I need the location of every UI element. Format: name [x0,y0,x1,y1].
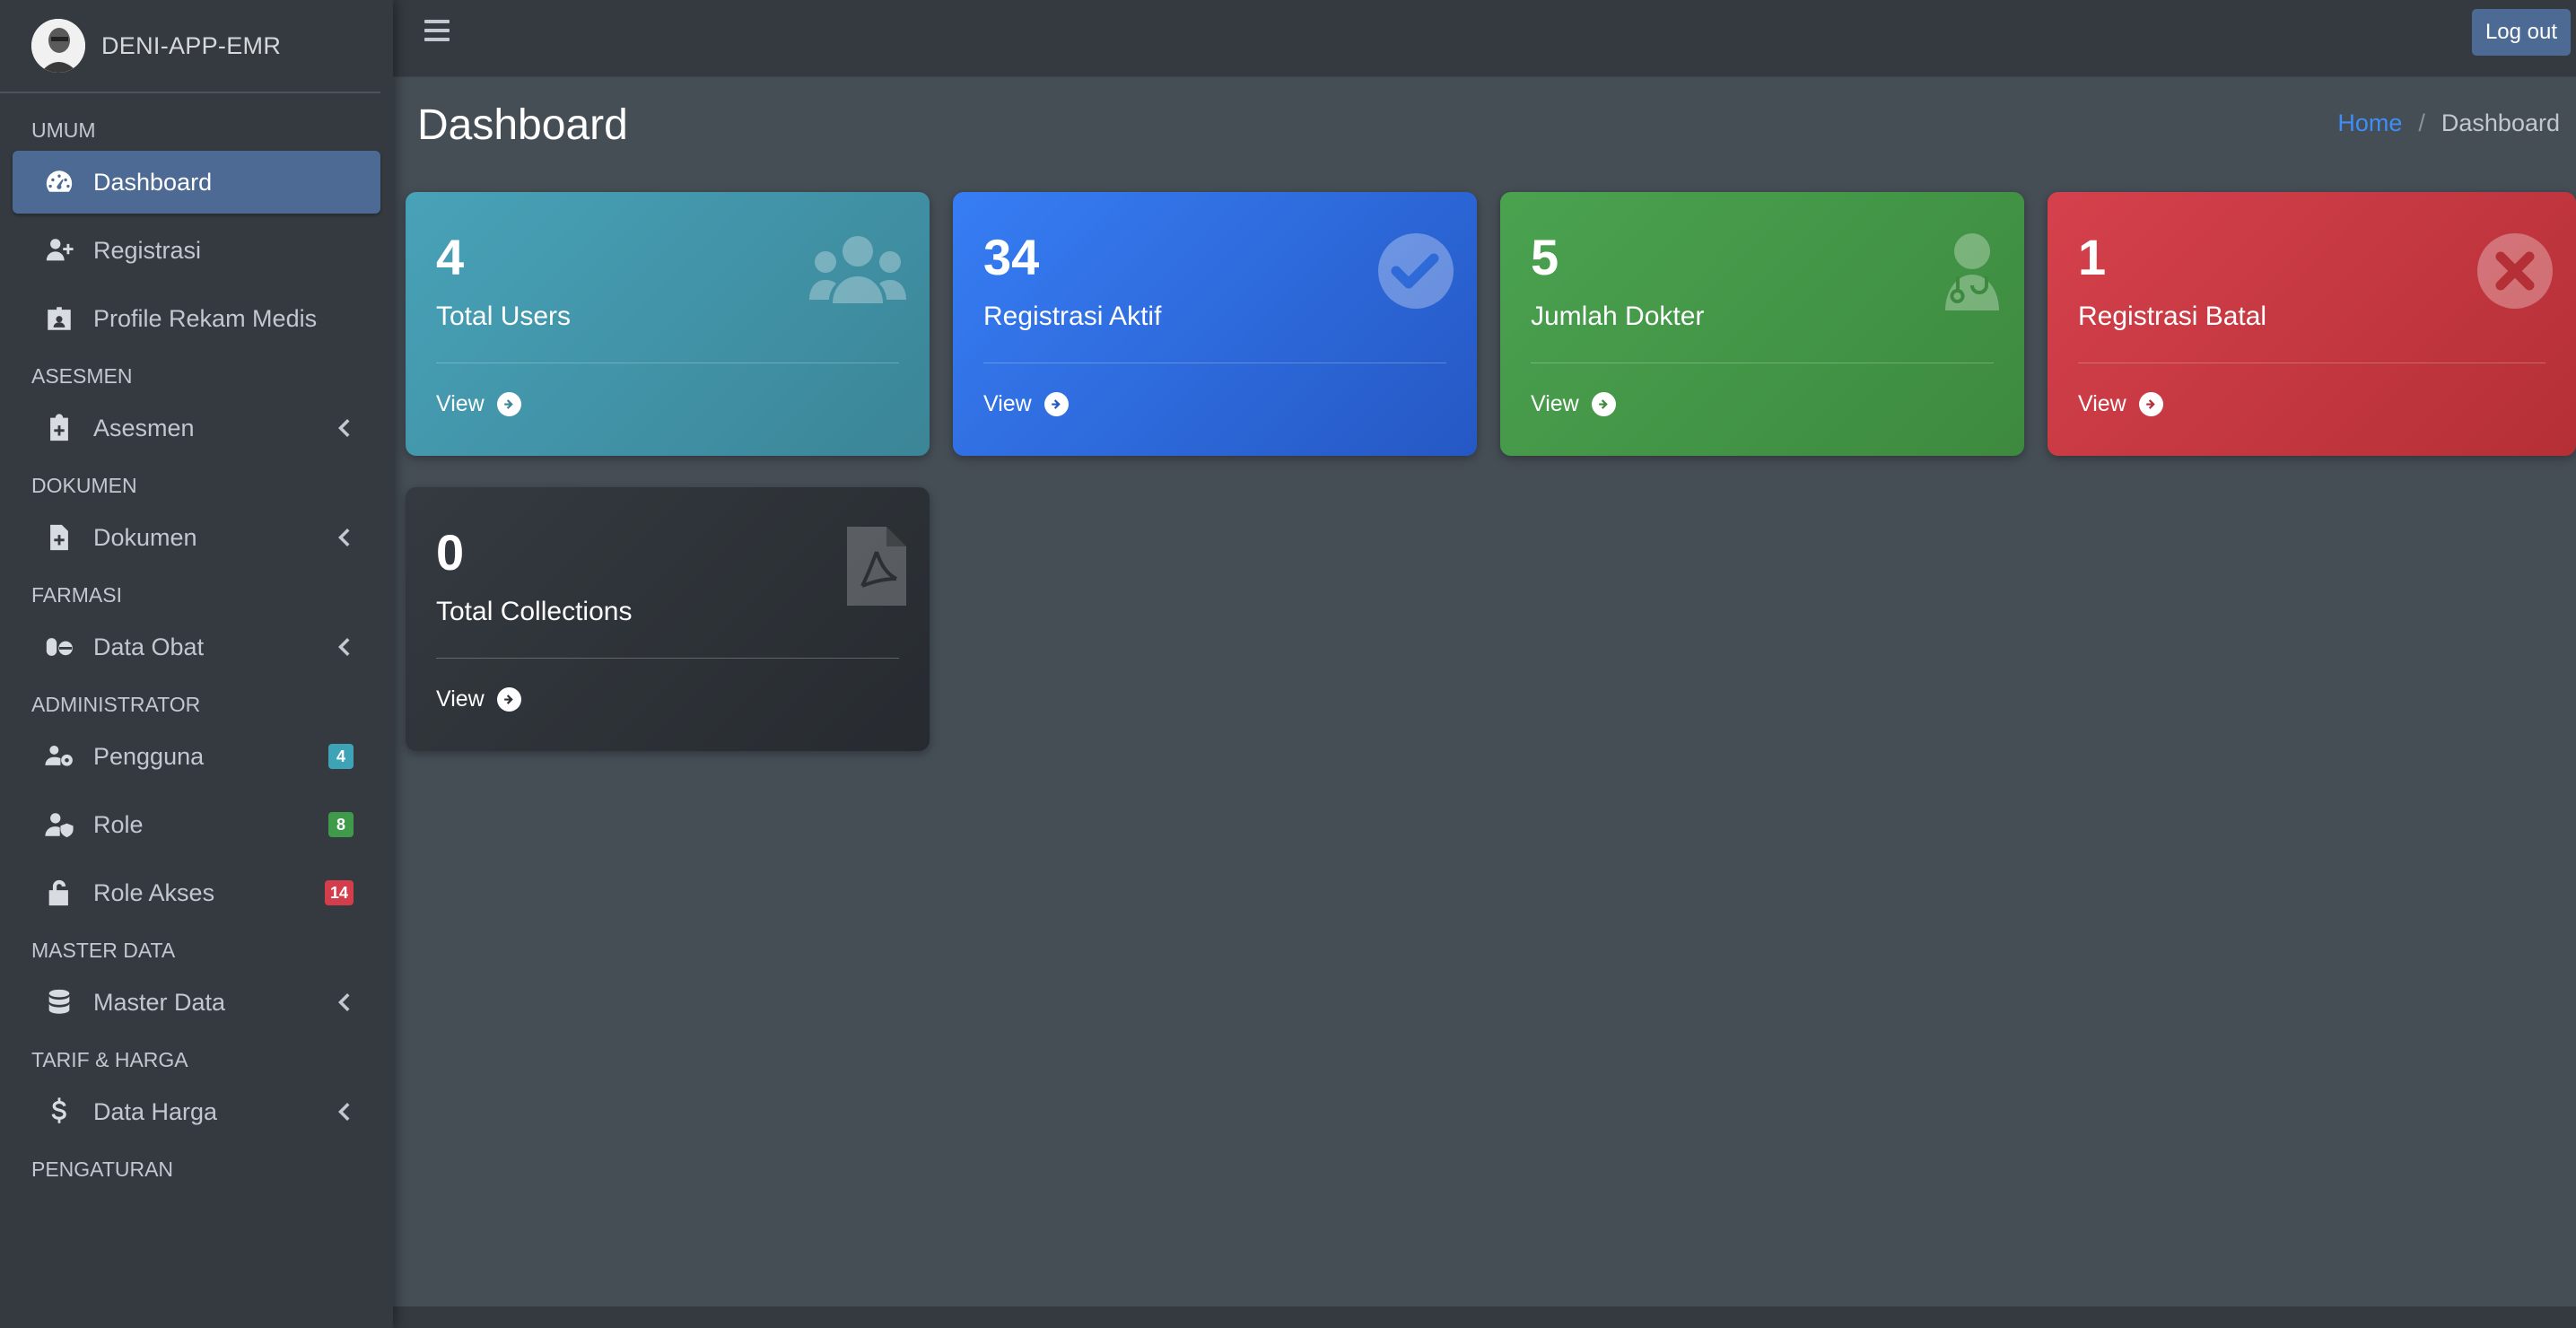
user-shield-icon [41,807,77,843]
pills-icon [41,629,77,665]
sidebar-item-asesmen[interactable]: Asesmen [13,397,380,459]
sidebar-item-role[interactable]: Role 8 [13,793,380,856]
card-view-link[interactable]: View [2078,391,2163,417]
view-label: View [436,686,485,712]
nav-header-pengaturan: PENGATURAN [31,1157,174,1181]
tachometer-icon [41,164,77,200]
sidebar-item-label: Profile Rekam Medis [93,304,318,332]
breadcrumb: Home / Dashboard [2337,109,2560,137]
nav-header-tarif-harga: TARIF & HARGA [31,1047,188,1071]
nav-header-farmasi: FARMASI [31,582,122,607]
brand-name: DENI-APP-EMR [101,31,282,59]
card-divider [436,658,899,659]
file-pdf-icon [847,527,906,606]
nav-header-master-data: MASTER DATA [31,938,176,962]
card-jumlah-dokter: 5 Jumlah Dokter View [1500,192,2024,456]
sidebar-item-data-harga[interactable]: Data Harga [13,1080,380,1143]
sidebar-item-label: Master Data [93,988,226,1016]
breadcrumb-home-link[interactable]: Home [2337,109,2402,137]
sidebar-item-label: Role Akses [93,878,215,906]
sidebar-item-role-akses[interactable]: Role Akses 14 [13,861,380,924]
sidebar-item-pengguna[interactable]: Pengguna 4 [13,725,380,788]
id-badge-icon [41,301,77,336]
file-medical-icon [41,520,77,555]
card-label: Jumlah Dokter [1531,301,1705,331]
times-circle-icon [2477,233,2553,309]
chevron-left-icon [334,1100,354,1123]
users-cog-icon [41,738,77,774]
sidebar-item-data-obat[interactable]: Data Obat [13,616,380,678]
top-navbar: Log out [393,0,2576,77]
breadcrumb-current: Dashboard [2441,109,2560,136]
arrow-circle-right-icon [2138,392,2163,416]
sidebar-item-label: Role [93,810,144,838]
sidebar-item-label: Registrasi [93,236,202,264]
card-view-link[interactable]: View [1531,391,1616,417]
unlock-icon [41,875,77,911]
brand-link[interactable]: DENI-APP-EMR [0,0,380,93]
page-title: Dashboard [417,101,628,149]
view-label: View [983,391,1032,416]
sidebar-item-label: Asesmen [93,414,195,441]
view-label: View [1531,391,1579,416]
view-label: View [2078,391,2126,416]
sidebar-item-dokumen[interactable]: Dokumen [13,506,380,569]
dollar-icon [41,1094,77,1130]
card-label: Total Users [436,301,572,331]
nav-header-asesmen: ASESMEN [31,363,133,388]
sidebar-item-label: Pengguna [93,742,205,770]
card-value: 0 [436,524,465,581]
card-view-link[interactable]: View [436,686,521,712]
arrow-circle-right-icon [496,392,521,416]
chevron-left-icon [334,526,354,549]
view-label: View [436,391,485,416]
check-circle-icon [1378,233,1454,309]
sidebar-item-label: Data Obat [93,633,205,660]
chevron-left-icon [334,991,354,1014]
database-icon [41,984,77,1020]
chevron-left-icon [334,635,354,659]
arrow-circle-right-icon [496,687,521,712]
card-value: 4 [436,229,465,285]
footer [393,1306,2576,1328]
count-badge: 4 [328,744,354,769]
nav-header-administrator: ADMINISTRATOR [31,692,201,716]
sidebar-item-registrasi[interactable]: Registrasi [13,219,380,282]
sidebar: DENI-APP-EMR UMUM Dashboard Registrasi P… [0,0,393,1328]
card-value: 5 [1531,229,1559,285]
hamburger-icon[interactable] [424,20,450,45]
sidebar-item-label: Data Harga [93,1097,218,1125]
count-badge: 14 [324,880,354,905]
card-view-link[interactable]: View [436,391,521,417]
nav-header-dokumen: DOKUMEN [31,473,137,497]
card-label: Registrasi Aktif [983,301,1162,331]
card-registrasi-aktif: 34 Registrasi Aktif View [953,192,1477,456]
chevron-left-icon [334,416,354,440]
sidebar-item-label: Dashboard [93,168,213,196]
users-icon [809,236,906,303]
card-view-link[interactable]: View [983,391,1069,417]
arrow-circle-right-icon [1591,392,1616,416]
card-label: Registrasi Batal [2078,301,2267,331]
breadcrumb-separator: / [2418,109,2425,136]
avatar [31,19,85,73]
user-md-icon [1945,233,1999,310]
sidebar-item-dashboard[interactable]: Dashboard [13,151,380,214]
card-total-users: 4 Total Users View [406,192,930,456]
card-registrasi-batal: 1 Registrasi Batal View [2048,192,2576,456]
card-value: 1 [2078,229,2107,285]
sidebar-item-label: Dokumen [93,523,197,551]
card-label: Total Collections [436,597,633,626]
nav-header-umum: UMUM [31,118,96,142]
card-value: 34 [983,229,1040,285]
count-badge: 8 [328,812,354,837]
sidebar-item-profile-rekam-medis[interactable]: Profile Rekam Medis [13,287,380,350]
clipboard-medical-icon [41,410,77,446]
card-total-collections: 0 Total Collections View [406,487,930,751]
logout-button[interactable]: Log out [2472,9,2571,56]
arrow-circle-right-icon [1043,392,1069,416]
user-plus-icon [41,232,77,268]
sidebar-item-master-data[interactable]: Master Data [13,971,380,1034]
